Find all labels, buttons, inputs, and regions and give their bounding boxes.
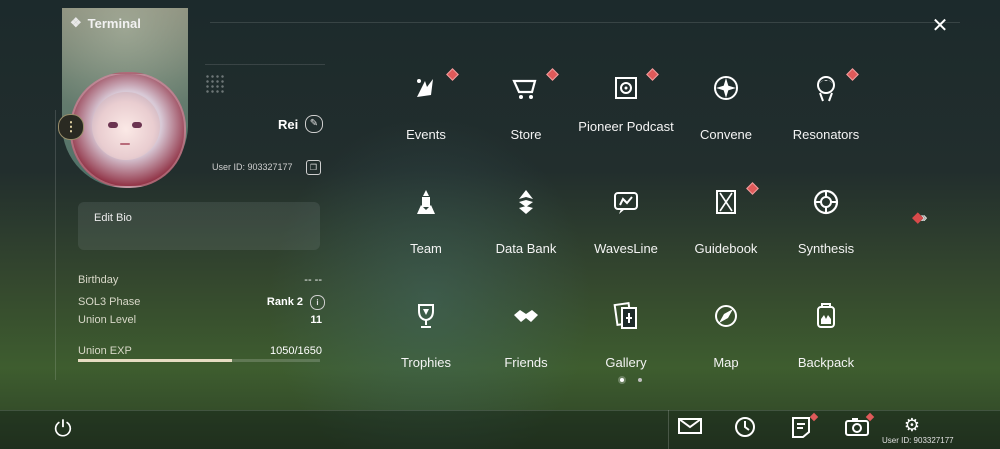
- menu-tile-map[interactable]: Map: [676, 296, 776, 396]
- stat-label-union-exp: Union EXP: [78, 345, 132, 357]
- menu-tile-label: Map: [713, 355, 739, 370]
- decorative-line: [205, 64, 325, 65]
- menu-tile-backpack[interactable]: Backpack: [776, 296, 876, 396]
- team-icon: [406, 182, 446, 222]
- podcast-icon: [606, 68, 646, 108]
- menu-tile-events[interactable]: Events: [376, 68, 476, 168]
- settings-icon[interactable]: ⚙: [898, 413, 926, 437]
- avatar-mouth: [120, 143, 130, 145]
- menu-tile-label: Store: [510, 127, 542, 142]
- avatar-eye: [108, 122, 118, 128]
- page-dot-active[interactable]: [620, 378, 624, 382]
- pagination-dots: [620, 378, 642, 382]
- events-icon: [406, 68, 446, 108]
- notification-badge: [746, 182, 759, 195]
- menu-tile-label: Resonators: [792, 127, 860, 142]
- frame-line-left: [55, 110, 56, 380]
- mail-icon[interactable]: [676, 416, 704, 440]
- stat-value-union-exp: 1050/1650: [270, 345, 322, 357]
- menu-tile-store[interactable]: Store: [476, 68, 576, 168]
- bottom-user-id: User ID: 903327177: [882, 436, 954, 445]
- edit-bio-label: Edit Bio: [94, 212, 132, 224]
- stat-value-sol3-phase: Rank 2: [266, 296, 303, 308]
- menu-tile-convene[interactable]: Convene: [676, 68, 776, 168]
- gallery-icon: [606, 296, 646, 336]
- stat-label-union-level: Union Level: [78, 314, 137, 326]
- decorative-dots: [205, 74, 225, 94]
- bottom-separator: [668, 410, 669, 449]
- trophy-icon: [406, 296, 446, 336]
- page-dot[interactable]: [638, 378, 642, 382]
- menu-tile-label: Friends: [504, 355, 548, 370]
- handshake-icon: [506, 296, 546, 336]
- stat-value-birthday: -- --: [304, 274, 322, 286]
- clock-icon[interactable]: [731, 416, 759, 440]
- menu-tile-trophies[interactable]: Trophies: [376, 296, 476, 396]
- menu-tile-label: WavesLine: [594, 241, 658, 256]
- compass-icon: [706, 296, 746, 336]
- edit-bio-button[interactable]: [78, 202, 320, 250]
- notification-badge: [646, 68, 659, 81]
- menu-tile-label: Backpack: [797, 355, 855, 370]
- menu-tile-label: Synthesis: [797, 241, 855, 256]
- window-title-text: Terminal: [87, 15, 141, 31]
- terminal-icon: ❖: [70, 15, 82, 30]
- backpack-icon: [806, 296, 846, 336]
- stat-value-union-level: 11: [310, 314, 322, 326]
- menu-tile-data-bank[interactable]: Data Bank: [476, 182, 576, 282]
- menu-tile-label: Trophies: [400, 355, 452, 370]
- store-cart-icon: [506, 68, 546, 108]
- notification-badge: [546, 68, 559, 81]
- resonators-icon: [806, 68, 846, 108]
- menu-tile-pioneer-podcast[interactable]: Pioneer Podcast: [576, 68, 676, 168]
- player-name: Rei: [278, 117, 299, 132]
- menu-tile-resonators[interactable]: Resonators: [776, 68, 876, 168]
- close-button[interactable]: ✕: [928, 14, 952, 38]
- notice-icon[interactable]: [787, 416, 815, 440]
- menu-tile-friends[interactable]: Friends: [476, 296, 576, 396]
- frame-line-top: [210, 22, 960, 23]
- edit-name-icon[interactable]: ✎: [305, 115, 323, 133]
- menu-tile-label: Convene: [699, 127, 753, 142]
- convene-icon: [706, 68, 746, 108]
- notification-badge: [446, 68, 459, 81]
- union-exp-bar-fill: [78, 359, 232, 362]
- menu-tile-guidebook[interactable]: Guidebook: [676, 182, 776, 282]
- synthesis-icon: [806, 182, 846, 222]
- power-icon[interactable]: ⏻: [48, 414, 78, 444]
- user-id-text: User ID: 903327177: [212, 162, 293, 172]
- guidebook-icon: [706, 182, 746, 222]
- avatar-eye: [132, 122, 142, 128]
- menu-tile-team[interactable]: Team: [376, 182, 476, 282]
- frame-line-bottom: [0, 410, 1000, 411]
- menu-tile-wavesline[interactable]: WavesLine: [576, 182, 676, 282]
- wavesline-icon: [606, 182, 646, 222]
- avatar-face: [92, 92, 160, 160]
- menu-tile-label: Pioneer Podcast: [578, 119, 674, 134]
- next-page-arrow[interactable]: ◆››: [912, 208, 927, 226]
- stat-label-sol3-phase: SOL3 Phase: [78, 296, 141, 308]
- menu-tile-label: Data Bank: [495, 241, 557, 256]
- data-bank-icon: [506, 182, 546, 222]
- notification-badge: [846, 68, 859, 81]
- menu-tile-label: Gallery: [605, 355, 647, 370]
- menu-tile-synthesis[interactable]: Synthesis: [776, 182, 876, 282]
- camera-icon[interactable]: [843, 416, 871, 440]
- menu-tile-label: Guidebook: [694, 241, 758, 256]
- menu-tile-label: Events: [406, 127, 446, 142]
- window-title: ❖ Terminal: [70, 15, 141, 31]
- stat-label-birthday: Birthday: [78, 274, 119, 286]
- copy-id-icon[interactable]: ❐: [306, 160, 321, 175]
- info-icon[interactable]: i: [310, 295, 325, 310]
- menu-tile-label: Team: [410, 241, 442, 256]
- more-options-button[interactable]: ⋮: [58, 114, 84, 140]
